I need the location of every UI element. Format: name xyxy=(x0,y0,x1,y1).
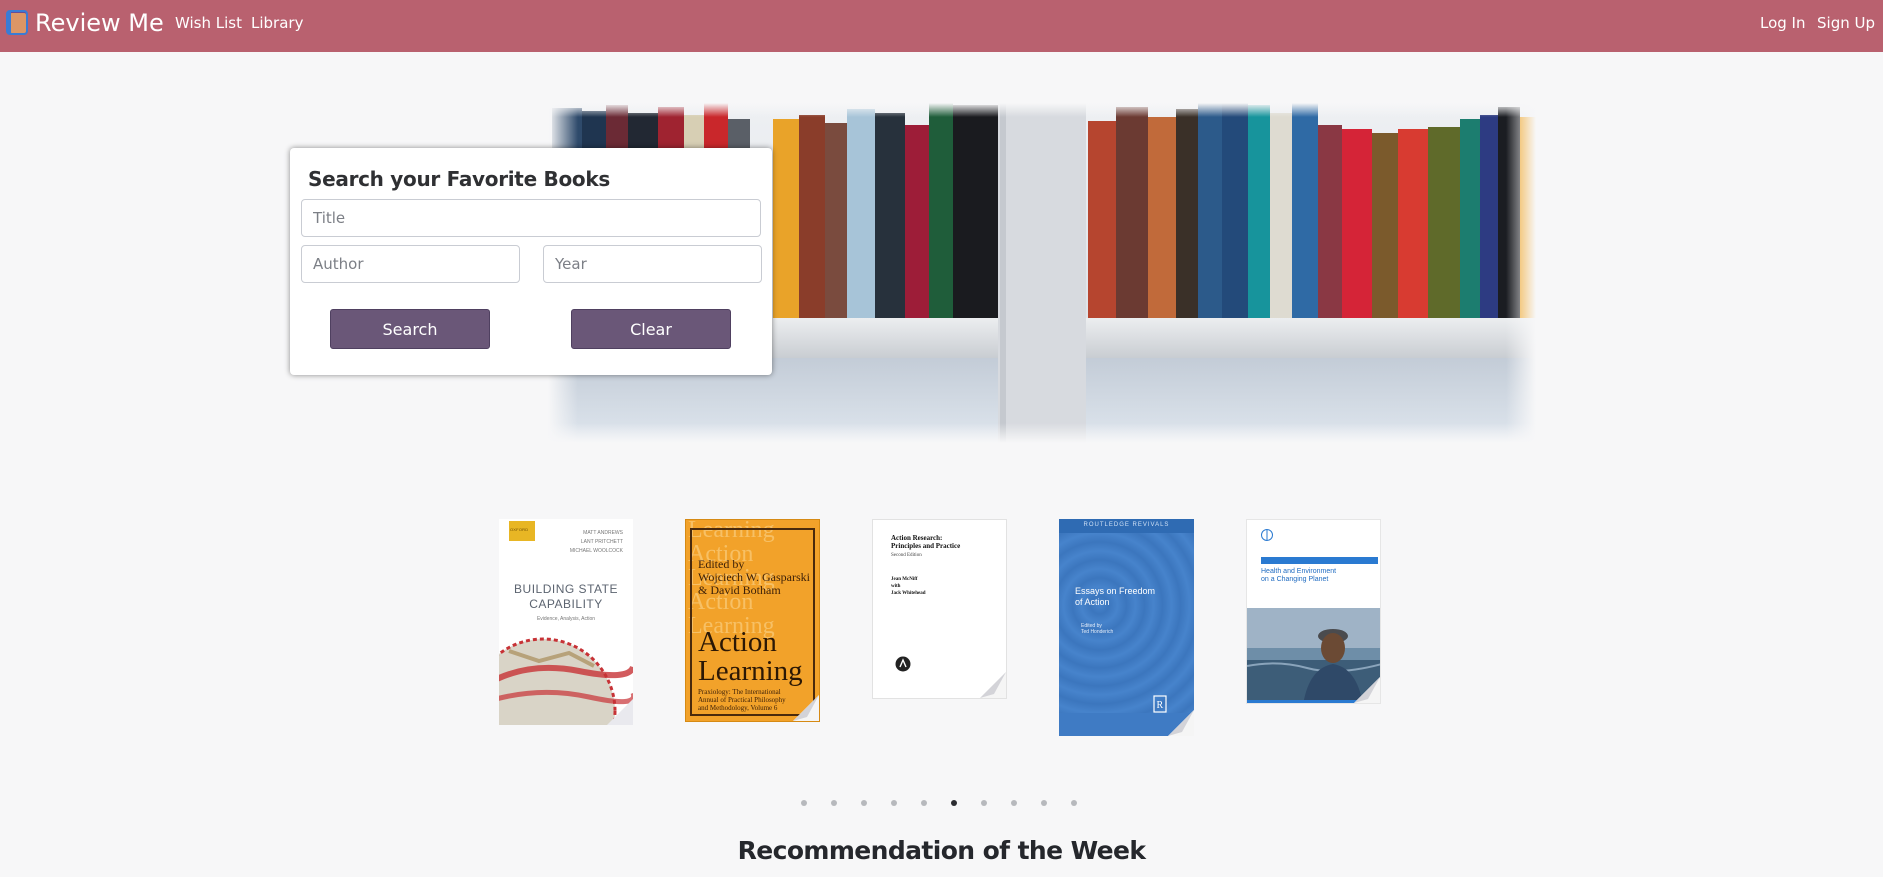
carousel-dot-1[interactable] xyxy=(801,800,807,806)
carousel-dot-4[interactable] xyxy=(891,800,897,806)
top-navbar: Review Me Wish List Library Log In Sign … xyxy=(0,0,1883,52)
carousel-dot-6[interactable] xyxy=(951,800,957,806)
title-input[interactable] xyxy=(301,199,761,237)
page-curl-icon xyxy=(980,672,1006,698)
brand-name: Review Me xyxy=(35,9,164,37)
page-curl-icon xyxy=(1354,677,1380,703)
book-4-title: Essays on Freedom of Action xyxy=(1075,586,1156,607)
carousel-dot-10[interactable] xyxy=(1071,800,1077,806)
book-cover-action-research[interactable]: Action Research: Principles and Practice… xyxy=(872,519,1007,699)
nav-link-library[interactable]: Library xyxy=(251,14,303,32)
book-2-title: Action Learning xyxy=(698,626,803,687)
who-emblem-icon xyxy=(1261,529,1273,541)
carousel-indicators xyxy=(0,800,1883,812)
carousel-dot-2[interactable] xyxy=(831,800,837,806)
carousel-dot-8[interactable] xyxy=(1011,800,1017,806)
book-cover-essays-on-freedom[interactable]: ROUTLEDGE REVIVALS Essays on Freedom of … xyxy=(1059,519,1194,736)
signup-link[interactable]: Sign Up xyxy=(1817,14,1875,32)
page-curl-icon xyxy=(793,695,819,721)
publisher-logo-icon xyxy=(895,656,911,672)
carousel-dot-9[interactable] xyxy=(1041,800,1047,806)
book-cover-health-and-environment[interactable]: Health and Environment on a Changing Pla… xyxy=(1246,519,1381,704)
brand-link[interactable]: Review Me xyxy=(4,9,164,37)
search-card: Search your Favorite Books Search Clear xyxy=(290,148,772,375)
search-card-title: Search your Favorite Books xyxy=(308,167,610,191)
carousel-dot-7[interactable] xyxy=(981,800,987,806)
book-5-title: Health and Environment on a Changing Pla… xyxy=(1261,568,1337,583)
carousel-dot-3[interactable] xyxy=(861,800,867,806)
clear-button[interactable]: Clear xyxy=(571,309,731,349)
svg-text:R: R xyxy=(1157,700,1164,711)
book-cover-action-learning[interactable]: Learning Action Learning Action Learning Edi… xyxy=(685,519,820,722)
book-2-editors: Edited by Wojciech W. Gasparski & David … xyxy=(698,557,811,597)
page-curl-icon xyxy=(1168,710,1194,736)
login-link[interactable]: Log In xyxy=(1760,14,1806,32)
recommendation-heading: Recommendation of the Week xyxy=(737,836,1146,865)
book-3-title: Action Research: Principles and Practice xyxy=(891,534,961,550)
search-button[interactable]: Search xyxy=(330,309,490,349)
book-logo-icon xyxy=(4,9,32,37)
author-input[interactable] xyxy=(301,245,520,283)
carousel-dot-5[interactable] xyxy=(921,800,927,806)
routledge-logo-icon: R xyxy=(1153,695,1167,713)
globe-illustration xyxy=(499,637,633,725)
nav-link-wish-list[interactable]: Wish List xyxy=(175,14,242,32)
book-1-title: BUILDING STATE CAPABILITY xyxy=(514,582,618,611)
book-cover-building-state-capability[interactable]: OXFORD MATT ANDREWS LANT PRITCHETT MICHA… xyxy=(499,519,633,725)
year-input[interactable] xyxy=(543,245,762,283)
